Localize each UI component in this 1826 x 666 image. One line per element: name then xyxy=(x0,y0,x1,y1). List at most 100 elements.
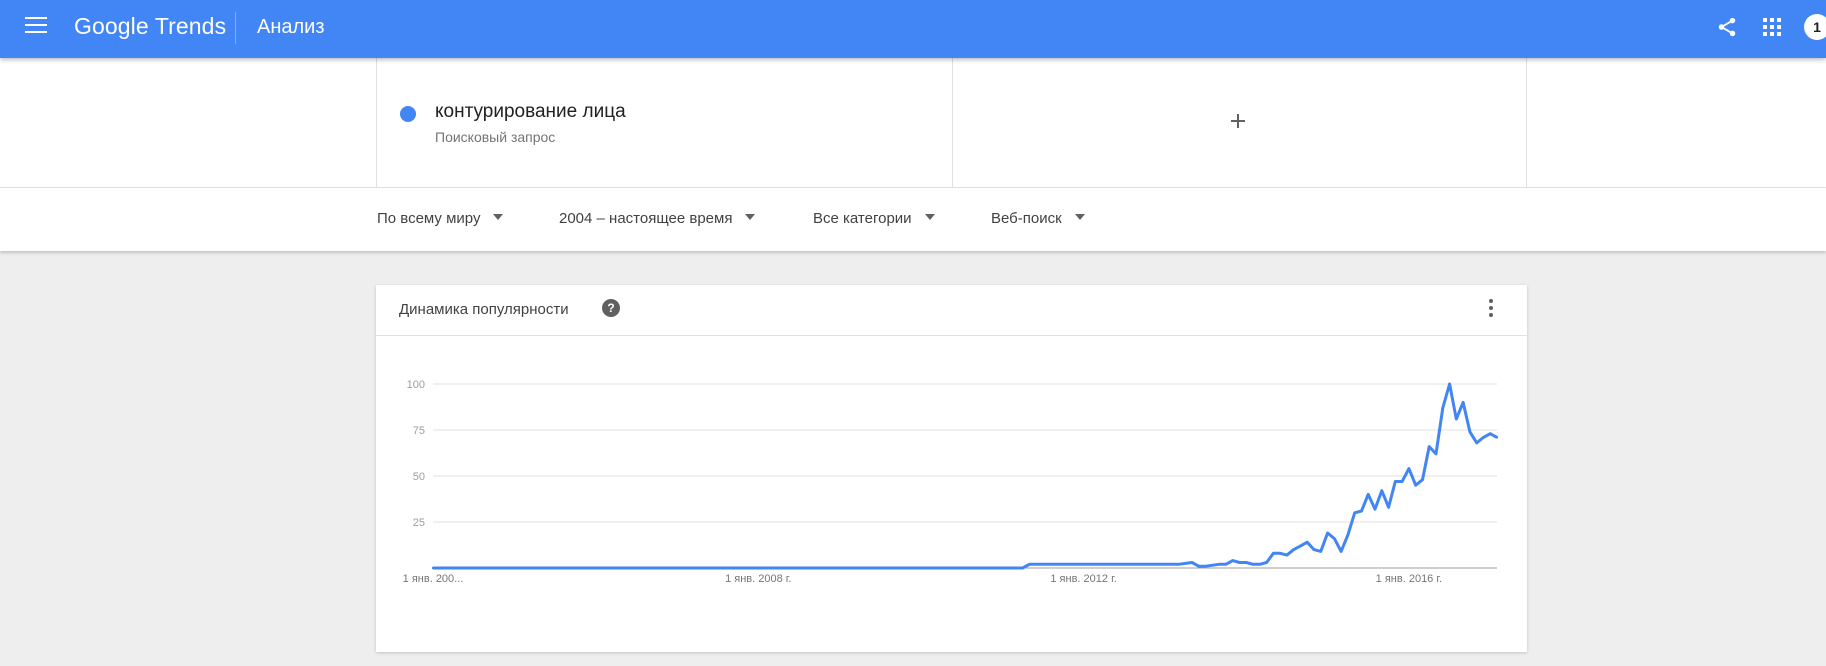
app-bar: Google Trends Анализ 1 xyxy=(0,0,1826,58)
add-comparison-card[interactable] xyxy=(951,58,1527,187)
data-point xyxy=(1272,552,1275,555)
data-point xyxy=(1400,480,1404,483)
x-tick-label: 1 янв. 2012 г. xyxy=(1050,573,1116,585)
google-trends-logo[interactable]: Google Trends xyxy=(74,13,226,40)
data-point xyxy=(1394,480,1397,483)
data-point xyxy=(1204,565,1207,568)
search-term-name[interactable]: контурирование лица xyxy=(435,101,626,123)
share-icon[interactable] xyxy=(1716,16,1738,38)
chart-title: Динамика популярности xyxy=(399,301,569,318)
period-filter-label: 2004 – настоящее время xyxy=(559,210,733,227)
data-point xyxy=(1367,493,1370,496)
x-tick-label: 1 янв. 2008 г. xyxy=(725,573,791,585)
data-point xyxy=(1306,541,1309,544)
data-point xyxy=(1231,559,1234,562)
data-point xyxy=(1021,566,1024,570)
y-tick-label: 100 xyxy=(407,379,425,391)
data-point xyxy=(1407,467,1411,470)
search-type-filter-label: Веб-поиск xyxy=(991,210,1062,227)
data-point xyxy=(1489,432,1492,435)
data-point xyxy=(1197,565,1200,568)
data-point xyxy=(499,566,502,570)
data-point xyxy=(702,566,706,570)
data-point xyxy=(635,566,638,570)
data-point xyxy=(1238,561,1241,564)
search-terms-bar: контурирование лица Поисковый запрос xyxy=(0,58,1826,188)
data-point xyxy=(906,566,909,570)
account-avatar[interactable]: 1 xyxy=(1804,14,1826,40)
data-point xyxy=(1434,452,1438,456)
data-point xyxy=(1346,533,1350,537)
data-point xyxy=(1265,561,1268,564)
data-point xyxy=(1075,563,1078,566)
data-point xyxy=(431,566,435,570)
data-point xyxy=(1333,537,1336,540)
data-point xyxy=(1245,561,1248,564)
apps-grid-icon[interactable] xyxy=(1762,17,1782,37)
data-point xyxy=(1299,544,1302,548)
data-point xyxy=(1360,509,1363,513)
data-point xyxy=(1448,382,1451,386)
data-point xyxy=(1028,563,1031,566)
x-tick-label: 1 янв. 200... xyxy=(403,573,464,585)
data-point xyxy=(1258,563,1261,566)
data-point xyxy=(1475,441,1478,445)
data-point xyxy=(1177,563,1180,566)
category-filter[interactable]: Все категории xyxy=(813,210,935,227)
data-point xyxy=(1380,489,1383,492)
data-point xyxy=(1455,417,1458,421)
data-point xyxy=(1428,445,1431,448)
data-point xyxy=(974,566,977,570)
interest-line-chart: 100 75 50 25 1 янв. 200... 1 янв. 2008 г. 1 ян… xyxy=(403,379,1499,585)
data-point xyxy=(1482,436,1485,439)
data-point xyxy=(1292,548,1295,551)
data-point xyxy=(1339,550,1343,553)
more-vert-icon[interactable] xyxy=(1488,299,1494,319)
y-tick-label: 25 xyxy=(413,517,425,529)
data-point xyxy=(1387,506,1390,509)
data-point xyxy=(1461,401,1465,404)
data-point xyxy=(1190,561,1194,564)
filters-bar: По всему миру 2004 – настоящее время Все… xyxy=(0,188,1826,251)
data-point xyxy=(1373,507,1377,511)
data-point xyxy=(1041,563,1045,566)
data-point xyxy=(1468,430,1472,433)
help-icon[interactable]: ? xyxy=(602,299,620,317)
data-point xyxy=(1326,531,1329,535)
chart-card-header: Динамика популярности ? xyxy=(376,285,1527,336)
region-filter-label: По всему миру xyxy=(377,210,481,227)
data-point xyxy=(1414,484,1417,487)
data-point xyxy=(770,566,774,570)
region-filter[interactable]: По всему миру xyxy=(377,210,504,227)
data-point xyxy=(1421,478,1424,481)
x-tick-label: 1 янв. 2016 г. xyxy=(1376,573,1442,585)
data-point xyxy=(1278,552,1282,555)
data-point xyxy=(1109,563,1112,566)
data-point xyxy=(1319,550,1322,553)
interest-over-time-card: Динамика популярности ? 100 75 50 25 1 янв. … xyxy=(376,285,1527,652)
y-tick-label: 50 xyxy=(413,471,425,483)
chevron-down-icon xyxy=(493,214,504,221)
data-point xyxy=(567,566,570,570)
page-title: Анализ xyxy=(257,16,325,38)
search-term-type: Поисковый запрос xyxy=(435,129,556,145)
search-term-card[interactable]: контурирование лица Поисковый запрос xyxy=(376,58,953,187)
term-color-dot xyxy=(400,106,416,122)
data-point xyxy=(1312,548,1316,551)
menu-icon[interactable] xyxy=(25,17,47,35)
y-tick-label: 75 xyxy=(413,425,425,437)
period-filter[interactable]: 2004 – настоящее время xyxy=(559,210,756,227)
data-point xyxy=(1441,406,1445,410)
data-point xyxy=(1143,563,1146,566)
data-point xyxy=(1495,436,1499,439)
data-point xyxy=(1251,563,1255,566)
chevron-down-icon xyxy=(1074,214,1085,221)
data-point xyxy=(1353,511,1356,514)
data-point xyxy=(1285,553,1289,557)
plus-icon[interactable] xyxy=(1230,113,1246,129)
search-type-filter[interactable]: Веб-поиск xyxy=(991,210,1085,227)
chevron-down-icon xyxy=(924,214,935,221)
data-point xyxy=(1224,563,1228,566)
data-point xyxy=(1217,563,1221,566)
data-point xyxy=(838,566,841,570)
